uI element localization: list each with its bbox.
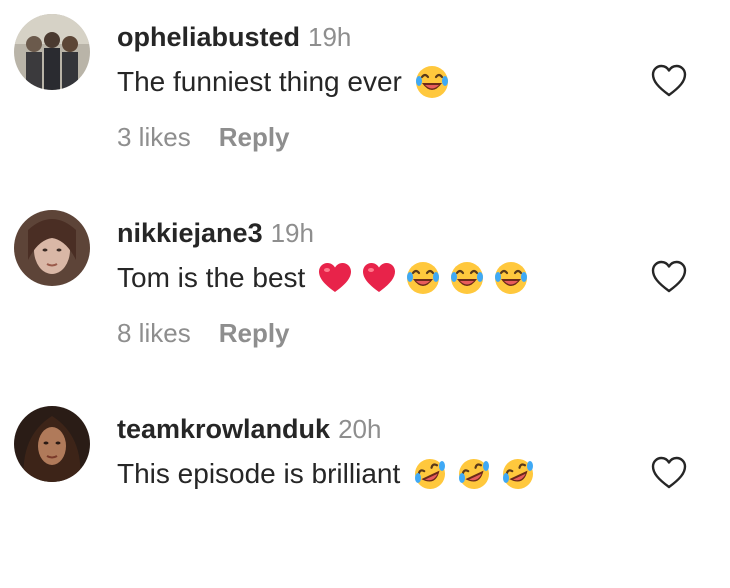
avatar[interactable] <box>14 14 90 90</box>
like-heart-icon[interactable] <box>650 454 688 492</box>
comment-header: opheliabusted 19h <box>117 22 351 56</box>
reply-button[interactable]: Reply <box>219 122 290 153</box>
comment-text: This episode is brilliant <box>117 458 401 489</box>
emoji-group <box>412 456 536 492</box>
likes-count[interactable]: 8 likes <box>117 318 191 349</box>
username[interactable]: opheliabusted <box>117 22 300 53</box>
laugh-emoji <box>451 262 484 294</box>
comment-header: nikkiejane3 19h <box>117 218 314 252</box>
avatar[interactable] <box>14 406 90 482</box>
comment-body: Tom is the best <box>117 260 529 296</box>
comment-header: teamkrowlanduk 20h <box>117 414 381 448</box>
comment-item: nikkiejane3 19h Tom is the best 8 likes … <box>0 196 730 392</box>
comment-item: teamkrowlanduk 20h This episode is brill… <box>0 392 730 588</box>
timestamp[interactable]: 20h <box>338 414 381 445</box>
timestamp[interactable]: 19h <box>308 22 351 53</box>
username[interactable]: nikkiejane3 <box>117 218 263 249</box>
red-heart-emoji <box>319 263 352 292</box>
emoji-group <box>414 64 450 100</box>
rofl-emoji <box>503 459 534 489</box>
comment-body: This episode is brilliant <box>117 456 536 492</box>
like-heart-icon[interactable] <box>650 258 688 296</box>
laugh-emoji <box>415 66 448 98</box>
likes-count[interactable]: 3 likes <box>117 122 191 153</box>
comment-body: The funniest thing ever <box>117 64 450 100</box>
comment-text: Tom is the best <box>117 262 306 293</box>
username[interactable]: teamkrowlanduk <box>117 414 330 445</box>
emoji-group <box>317 260 529 296</box>
rofl-emoji <box>459 459 490 489</box>
laugh-emoji <box>495 262 528 294</box>
avatar[interactable] <box>14 210 90 286</box>
comment-meta: 3 likes Reply <box>117 122 290 153</box>
like-heart-icon[interactable] <box>650 62 688 100</box>
rofl-emoji <box>415 459 446 489</box>
comment-meta: 8 likes Reply <box>117 318 290 349</box>
laugh-emoji <box>407 262 440 294</box>
timestamp[interactable]: 19h <box>271 218 314 249</box>
red-heart-emoji <box>363 263 396 292</box>
comment-text: The funniest thing ever <box>117 66 402 97</box>
reply-button[interactable]: Reply <box>219 318 290 349</box>
comment-item: opheliabusted 19h The funniest thing eve… <box>0 0 730 196</box>
